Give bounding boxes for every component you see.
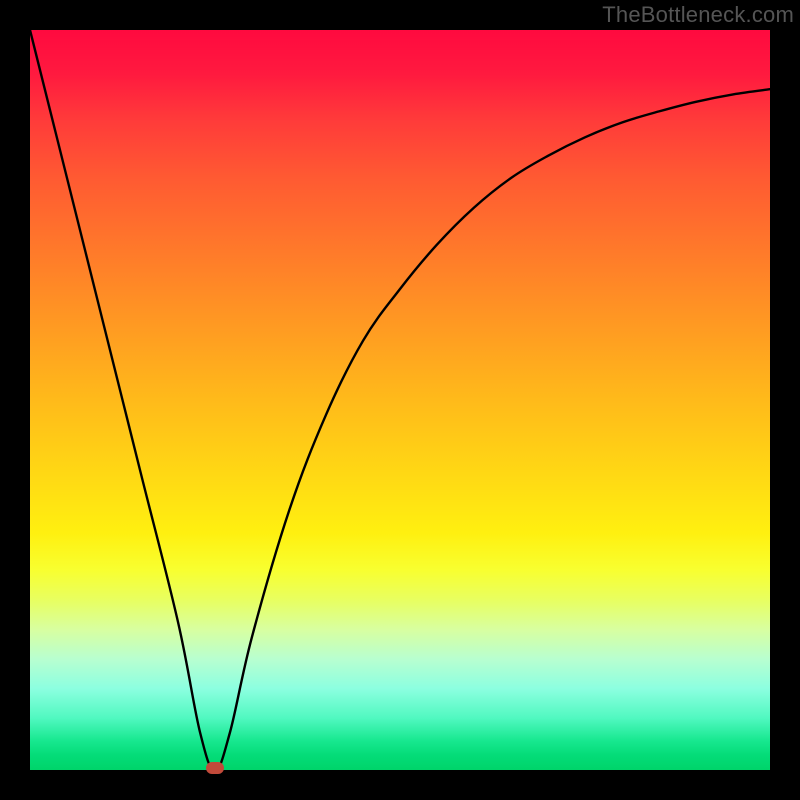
bottleneck-curve: [30, 30, 770, 770]
watermark-label: TheBottleneck.com: [602, 2, 794, 28]
chart-frame: TheBottleneck.com: [0, 0, 800, 800]
plot-area: [30, 30, 770, 770]
optimal-point-marker: [206, 762, 224, 774]
